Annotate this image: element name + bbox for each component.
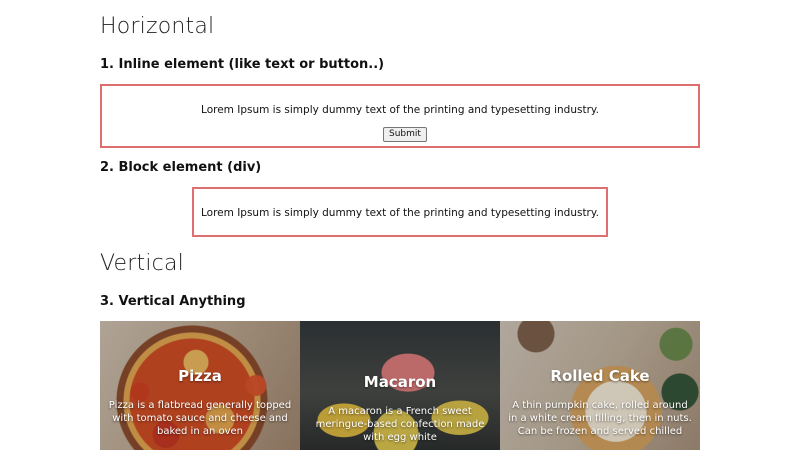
section-title-horizontal: Horizontal — [100, 14, 215, 39]
card-title: Macaron — [363, 373, 437, 391]
pizza-card: Pizza Pizza is a flatbread generally top… — [100, 321, 300, 450]
macaron-card: Macaron A macaron is a French sweet meri… — [300, 321, 500, 450]
block-demo-box: Lorem Ipsum is simply dummy text of the … — [192, 187, 608, 237]
food-card-row: Pizza Pizza is a flatbread generally top… — [100, 321, 700, 450]
section-title-vertical: Vertical — [100, 251, 184, 276]
block-demo-text: Lorem Ipsum is simply dummy text of the … — [201, 207, 599, 219]
submit-button[interactable]: Submit — [383, 127, 427, 142]
inline-demo-text: Lorem Ipsum is simply dummy text of the … — [201, 104, 599, 116]
rolled-cake-card: Rolled Cake A thin pumpkin cake, rolled … — [500, 321, 700, 450]
card-description: Pizza is a flatbread generally topped wi… — [108, 400, 292, 437]
card-title: Pizza — [178, 367, 222, 385]
page: Horizontal 1. Inline element (like text … — [0, 0, 800, 450]
vertical-anything-heading: 3. Vertical Anything — [100, 294, 246, 309]
card-description: A thin pumpkin cake, rolled around in a … — [508, 400, 692, 437]
card-description: A macaron is a French sweet meringue-bas… — [315, 406, 485, 443]
inline-element-heading: 1. Inline element (like text or button..… — [100, 57, 385, 72]
block-element-heading: 2. Block element (div) — [100, 160, 262, 175]
inline-demo-box: Lorem Ipsum is simply dummy text of the … — [100, 84, 700, 148]
card-title: Rolled Cake — [550, 367, 650, 385]
